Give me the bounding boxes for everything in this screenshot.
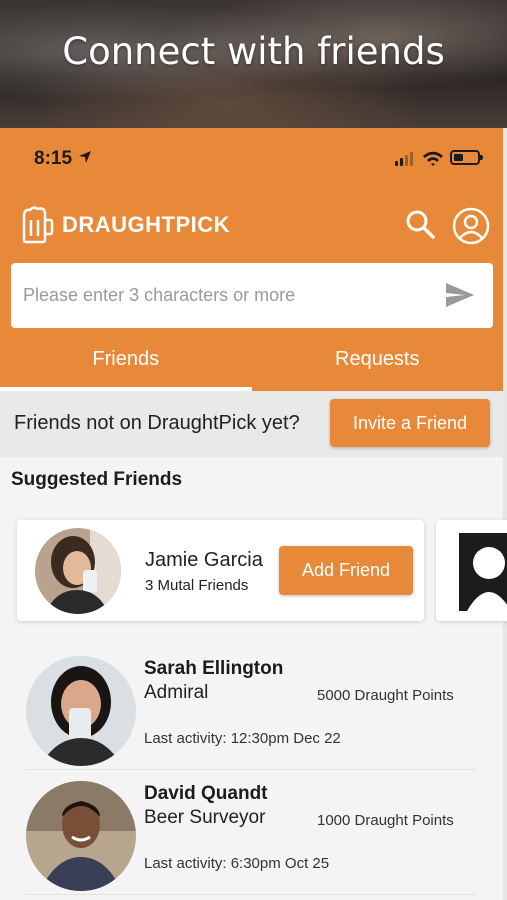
- friend-last-activity: Last activity: 12:30pm Dec 22: [144, 730, 341, 747]
- suggested-friend-card-next[interactable]: [436, 520, 507, 621]
- friend-points: 5000 Draught Points: [317, 687, 454, 704]
- profile-icon[interactable]: [452, 207, 490, 245]
- status-time: 8:15: [34, 148, 73, 169]
- signal-icon: [395, 152, 413, 166]
- next-screen-edge: [503, 128, 507, 900]
- suggested-friend-name: Jamie Garcia: [145, 549, 263, 571]
- search-input[interactable]: [23, 263, 433, 328]
- invite-bar: Friends not on DraughtPick yet? Invite a…: [0, 391, 503, 457]
- promo-title: Connect with friends: [62, 30, 445, 73]
- avatar: [26, 781, 136, 891]
- friend-row[interactable]: Sarah Ellington Admiral 5000 Draught Poi…: [26, 652, 476, 770]
- tab-requests[interactable]: Requests: [252, 338, 504, 391]
- invite-friend-button[interactable]: Invite a Friend: [330, 399, 490, 447]
- battery-icon: [450, 150, 483, 165]
- friend-name: Sarah Ellington: [144, 658, 284, 679]
- friend-name: David Quandt: [144, 783, 268, 804]
- friend-last-activity: Last activity: 6:30pm Oct 25: [144, 855, 330, 872]
- beer-mug-logo-icon: [22, 206, 54, 244]
- location-arrow-icon: [79, 151, 91, 163]
- friend-rank: Admiral: [144, 682, 209, 703]
- mutual-friends-count: 3 Mutal Friends: [145, 577, 249, 594]
- avatar: [26, 656, 136, 766]
- friend-points: 1000 Draught Points: [317, 812, 454, 829]
- status-bar: 8:15: [0, 128, 503, 186]
- add-friend-button[interactable]: Add Friend: [279, 546, 413, 595]
- friend-rank: Beer Surveyor: [144, 807, 266, 828]
- friend-row[interactable]: David Quandt Beer Surveyor 1000 Draught …: [26, 777, 476, 895]
- app-header: 8:15 DRAUGHTPICK Please enter 3 characte…: [0, 128, 503, 391]
- avatar: [459, 533, 507, 611]
- search-box: [11, 263, 493, 328]
- search-icon[interactable]: [404, 208, 436, 240]
- suggested-friends-title: Suggested Friends: [11, 469, 183, 490]
- suggested-friend-card[interactable]: Jamie Garcia 3 Mutal Friends Add Friend: [17, 520, 424, 621]
- send-icon[interactable]: [445, 282, 475, 308]
- avatar: [35, 528, 121, 614]
- invite-text: Friends not on DraughtPick yet?: [14, 412, 300, 434]
- wifi-icon: [423, 151, 443, 166]
- tab-friends[interactable]: Friends: [0, 338, 252, 391]
- brand-name: DRAUGHTPICK: [62, 212, 231, 237]
- tab-bar: Friends Requests: [0, 338, 503, 391]
- promo-banner: Connect with friends: [0, 0, 507, 128]
- brand: DRAUGHTPICK: [20, 206, 230, 244]
